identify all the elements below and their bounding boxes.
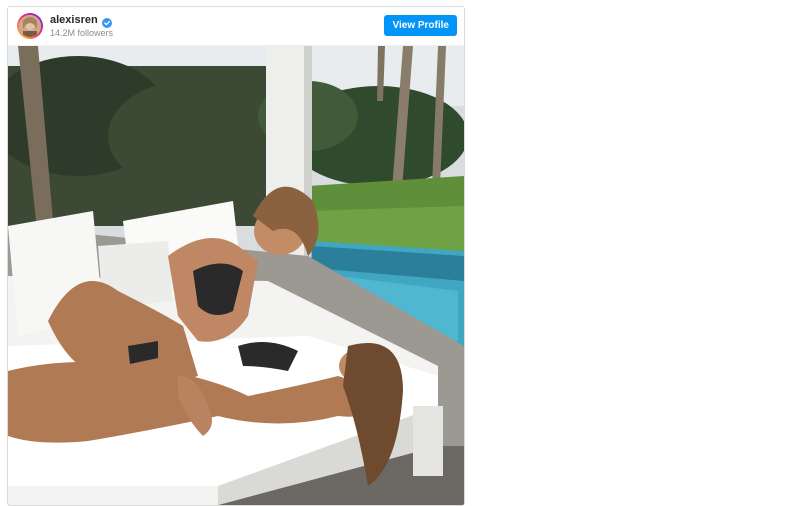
view-profile-button[interactable]: View Profile: [384, 15, 457, 36]
verified-badge-icon: [101, 15, 112, 28]
instagram-embed-card: alexisren 14.2M followers View Profile: [7, 6, 465, 506]
username-row: alexisren: [50, 14, 112, 28]
avatar[interactable]: [19, 15, 41, 37]
avatar-ring[interactable]: [17, 13, 43, 39]
post-photo[interactable]: [8, 46, 464, 505]
embed-header: alexisren 14.2M followers View Profile: [8, 7, 464, 46]
username[interactable]: alexisren: [50, 14, 98, 26]
followers-count: 14.2M followers: [50, 28, 114, 38]
